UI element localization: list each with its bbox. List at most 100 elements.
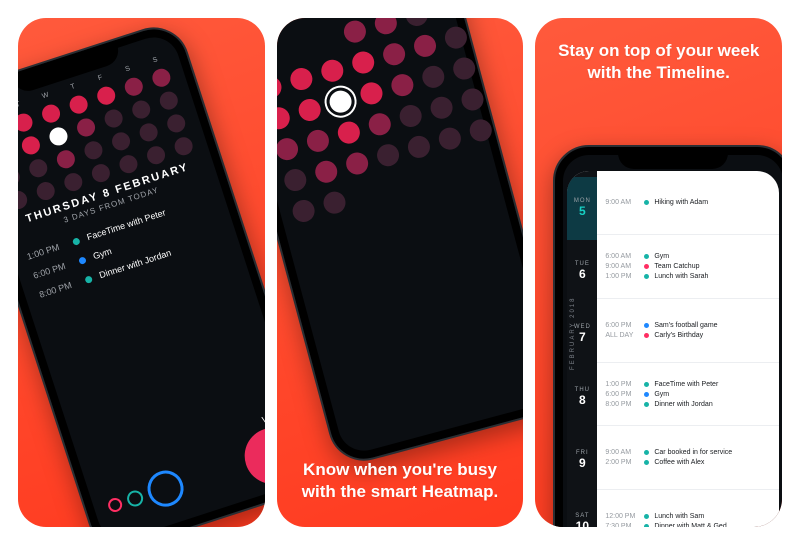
calendar-day-dot[interactable] xyxy=(467,117,494,144)
timeline-event[interactable]: 7:30 PMDinner with Matt & Ged xyxy=(605,523,771,527)
calendar-day-dot[interactable] xyxy=(288,66,315,93)
calendar-day-dot[interactable] xyxy=(327,88,354,115)
calendar-day-dot[interactable] xyxy=(18,166,22,189)
timeline-event-column[interactable]: 9:00 AMHiking with Adam 6:00 AMGym 9:00 AM… xyxy=(597,171,779,527)
calendar-day-dot[interactable] xyxy=(335,119,362,146)
calendar-day-dot[interactable] xyxy=(20,134,43,157)
calendar-day-dot[interactable] xyxy=(366,111,393,138)
event-time: 6:00 PM xyxy=(605,322,639,329)
filter-ring-home-icon[interactable] xyxy=(125,488,145,508)
calendar-day-dot[interactable] xyxy=(277,105,292,132)
timeline-row[interactable]: 6:00 PMSam's football game ALL DAYCarly's… xyxy=(597,298,779,362)
calendar-day-dot[interactable] xyxy=(18,189,30,212)
timeline-day-cell[interactable]: FRI9 xyxy=(567,428,597,491)
timeline-event[interactable]: 1:00 PMFaceTime with Peter xyxy=(605,381,771,388)
calendar-day-dot[interactable] xyxy=(341,18,368,45)
weekday-label: F xyxy=(88,71,112,85)
calendar-day-dot[interactable] xyxy=(95,84,118,107)
calendar-day-dot[interactable] xyxy=(47,125,70,148)
calendar-day-dot[interactable] xyxy=(282,167,309,194)
calendar-day-dot[interactable] xyxy=(102,107,125,130)
calendar-day-dot[interactable] xyxy=(90,162,113,185)
timeline-event[interactable]: 8:00 PMDinner with Jordan xyxy=(605,401,771,408)
calendar-day-dot[interactable] xyxy=(122,75,145,98)
calendar-day-dot[interactable] xyxy=(318,57,345,84)
heatmap-calendar-large[interactable] xyxy=(277,18,493,234)
calendar-day-dot[interactable] xyxy=(144,144,167,167)
weekday-label: S xyxy=(143,53,167,67)
calendar-day-dot[interactable] xyxy=(40,102,63,125)
calendar-day-dot[interactable] xyxy=(411,32,438,59)
calendar-day-dot[interactable] xyxy=(374,142,401,169)
timeline-event[interactable]: 9:00 AMTeam Catchup xyxy=(605,263,771,270)
calendar-day-dot[interactable] xyxy=(164,112,187,135)
calendar-day-dot[interactable] xyxy=(450,55,477,82)
timeline-event[interactable]: ALL DAYCarly's Birthday xyxy=(605,332,771,339)
timeline-row[interactable]: 12:00 PMLunch with Sam 7:30 PMDinner with… xyxy=(597,489,779,527)
calendar-day-dot[interactable] xyxy=(397,103,424,130)
screenshot-panel-1: MTWTFSS THURSDAY 8 FEBRUARY 3 DAYS FROM … xyxy=(18,18,265,527)
event-color-dot-icon xyxy=(644,382,649,387)
calendar-day-dot[interactable] xyxy=(55,148,78,171)
calendar-day-dot[interactable] xyxy=(137,121,160,144)
calendar-day-dot[interactable] xyxy=(35,180,58,203)
calendar-day-dot[interactable] xyxy=(117,153,140,176)
calendar-day-dot[interactable] xyxy=(459,86,486,113)
phone-mock-heatmap-agenda: MTWTFSS THURSDAY 8 FEBRUARY 3 DAYS FROM … xyxy=(18,18,265,527)
event-color-dot-icon xyxy=(644,514,649,519)
event-time: 8:00 PM xyxy=(38,278,79,300)
calendar-day-dot[interactable] xyxy=(277,74,284,101)
timeline-row[interactable]: 6:00 AMGym 9:00 AMTeam Catchup 1:00 PMLunc… xyxy=(597,234,779,298)
calendar-day-dot[interactable] xyxy=(67,93,90,116)
timeline-event[interactable]: 6:00 AMGym xyxy=(605,253,771,260)
calendar-day-dot[interactable] xyxy=(349,49,376,76)
calendar-day-dot[interactable] xyxy=(304,127,331,154)
timeline-day-cell[interactable]: TUE6 xyxy=(567,240,597,303)
calendar-day-dot[interactable] xyxy=(277,136,301,163)
calendar-day-dot[interactable] xyxy=(343,150,370,177)
calendar-day-dot[interactable] xyxy=(172,135,195,158)
timeline-event[interactable]: 9:00 AMHiking with Adam xyxy=(605,199,771,206)
timeline-day-cell[interactable]: THU8 xyxy=(567,366,597,429)
calendar-day-dot[interactable] xyxy=(130,98,153,121)
calendar-day-dot[interactable] xyxy=(420,63,447,90)
calendar-day-dot[interactable] xyxy=(372,18,399,37)
filter-ring-selected-icon[interactable] xyxy=(143,466,188,511)
calendar-day-dot[interactable] xyxy=(442,24,469,51)
calendar-day-dot[interactable] xyxy=(62,171,85,194)
timeline-day-cell[interactable]: MON5 xyxy=(567,177,597,240)
calendar-day-dot[interactable] xyxy=(321,189,348,216)
calendar-filter-rings[interactable] xyxy=(103,466,188,524)
calendar-day-dot[interactable] xyxy=(436,125,463,152)
calendar-day-dot[interactable] xyxy=(380,41,407,68)
timeline-event[interactable]: 6:00 PMSam's football game xyxy=(605,322,771,329)
timeline-event[interactable]: 12:00 PMLunch with Sam xyxy=(605,513,771,520)
calendar-day-dot[interactable] xyxy=(358,80,385,107)
calendar-day-dot[interactable] xyxy=(405,133,432,160)
filter-ring-personal-icon[interactable] xyxy=(106,496,124,514)
calendar-day-dot[interactable] xyxy=(75,116,98,139)
calendar-day-dot[interactable] xyxy=(82,139,105,162)
timeline-event[interactable]: 6:00 PMGym xyxy=(605,391,771,398)
calendar-day-dot[interactable] xyxy=(434,18,461,20)
calendar-day-dot[interactable] xyxy=(312,158,339,185)
calendar-day-dot[interactable] xyxy=(18,111,35,134)
timeline-event[interactable]: 1:00 PMLunch with Sarah xyxy=(605,273,771,280)
timeline-event[interactable]: 2:00 PMCoffee with Alex xyxy=(605,459,771,466)
calendar-day-dot[interactable] xyxy=(290,197,317,224)
calendar-day-dot[interactable] xyxy=(110,130,133,153)
calendar-day-dot[interactable] xyxy=(428,94,455,121)
calendar-day-dot[interactable] xyxy=(389,72,416,99)
timeline-day-cell[interactable]: SAT10 xyxy=(567,491,597,527)
calendar-day-dot[interactable] xyxy=(296,96,323,123)
timeline-row[interactable]: 9:00 AMHiking with Adam xyxy=(597,171,779,234)
calendar-day-dot[interactable] xyxy=(150,67,173,90)
timeline-row[interactable]: 1:00 PMFaceTime with Peter 6:00 PMGym 8:00… xyxy=(597,362,779,426)
timeline-event[interactable]: 9:00 AMCar booked in for service xyxy=(605,449,771,456)
calendar-day-dot[interactable] xyxy=(403,18,430,28)
timeline-day-rail[interactable]: FEBRUARY 2018 MON5TUE6WED7THU8FRI9SAT10S… xyxy=(567,171,597,527)
calendar-day-dot[interactable] xyxy=(27,157,50,180)
timeline-row[interactable]: 9:00 AMCar booked in for service 2:00 PMC… xyxy=(597,425,779,489)
calendar-day-dot[interactable] xyxy=(157,89,180,112)
add-event-fab[interactable] xyxy=(237,421,264,492)
